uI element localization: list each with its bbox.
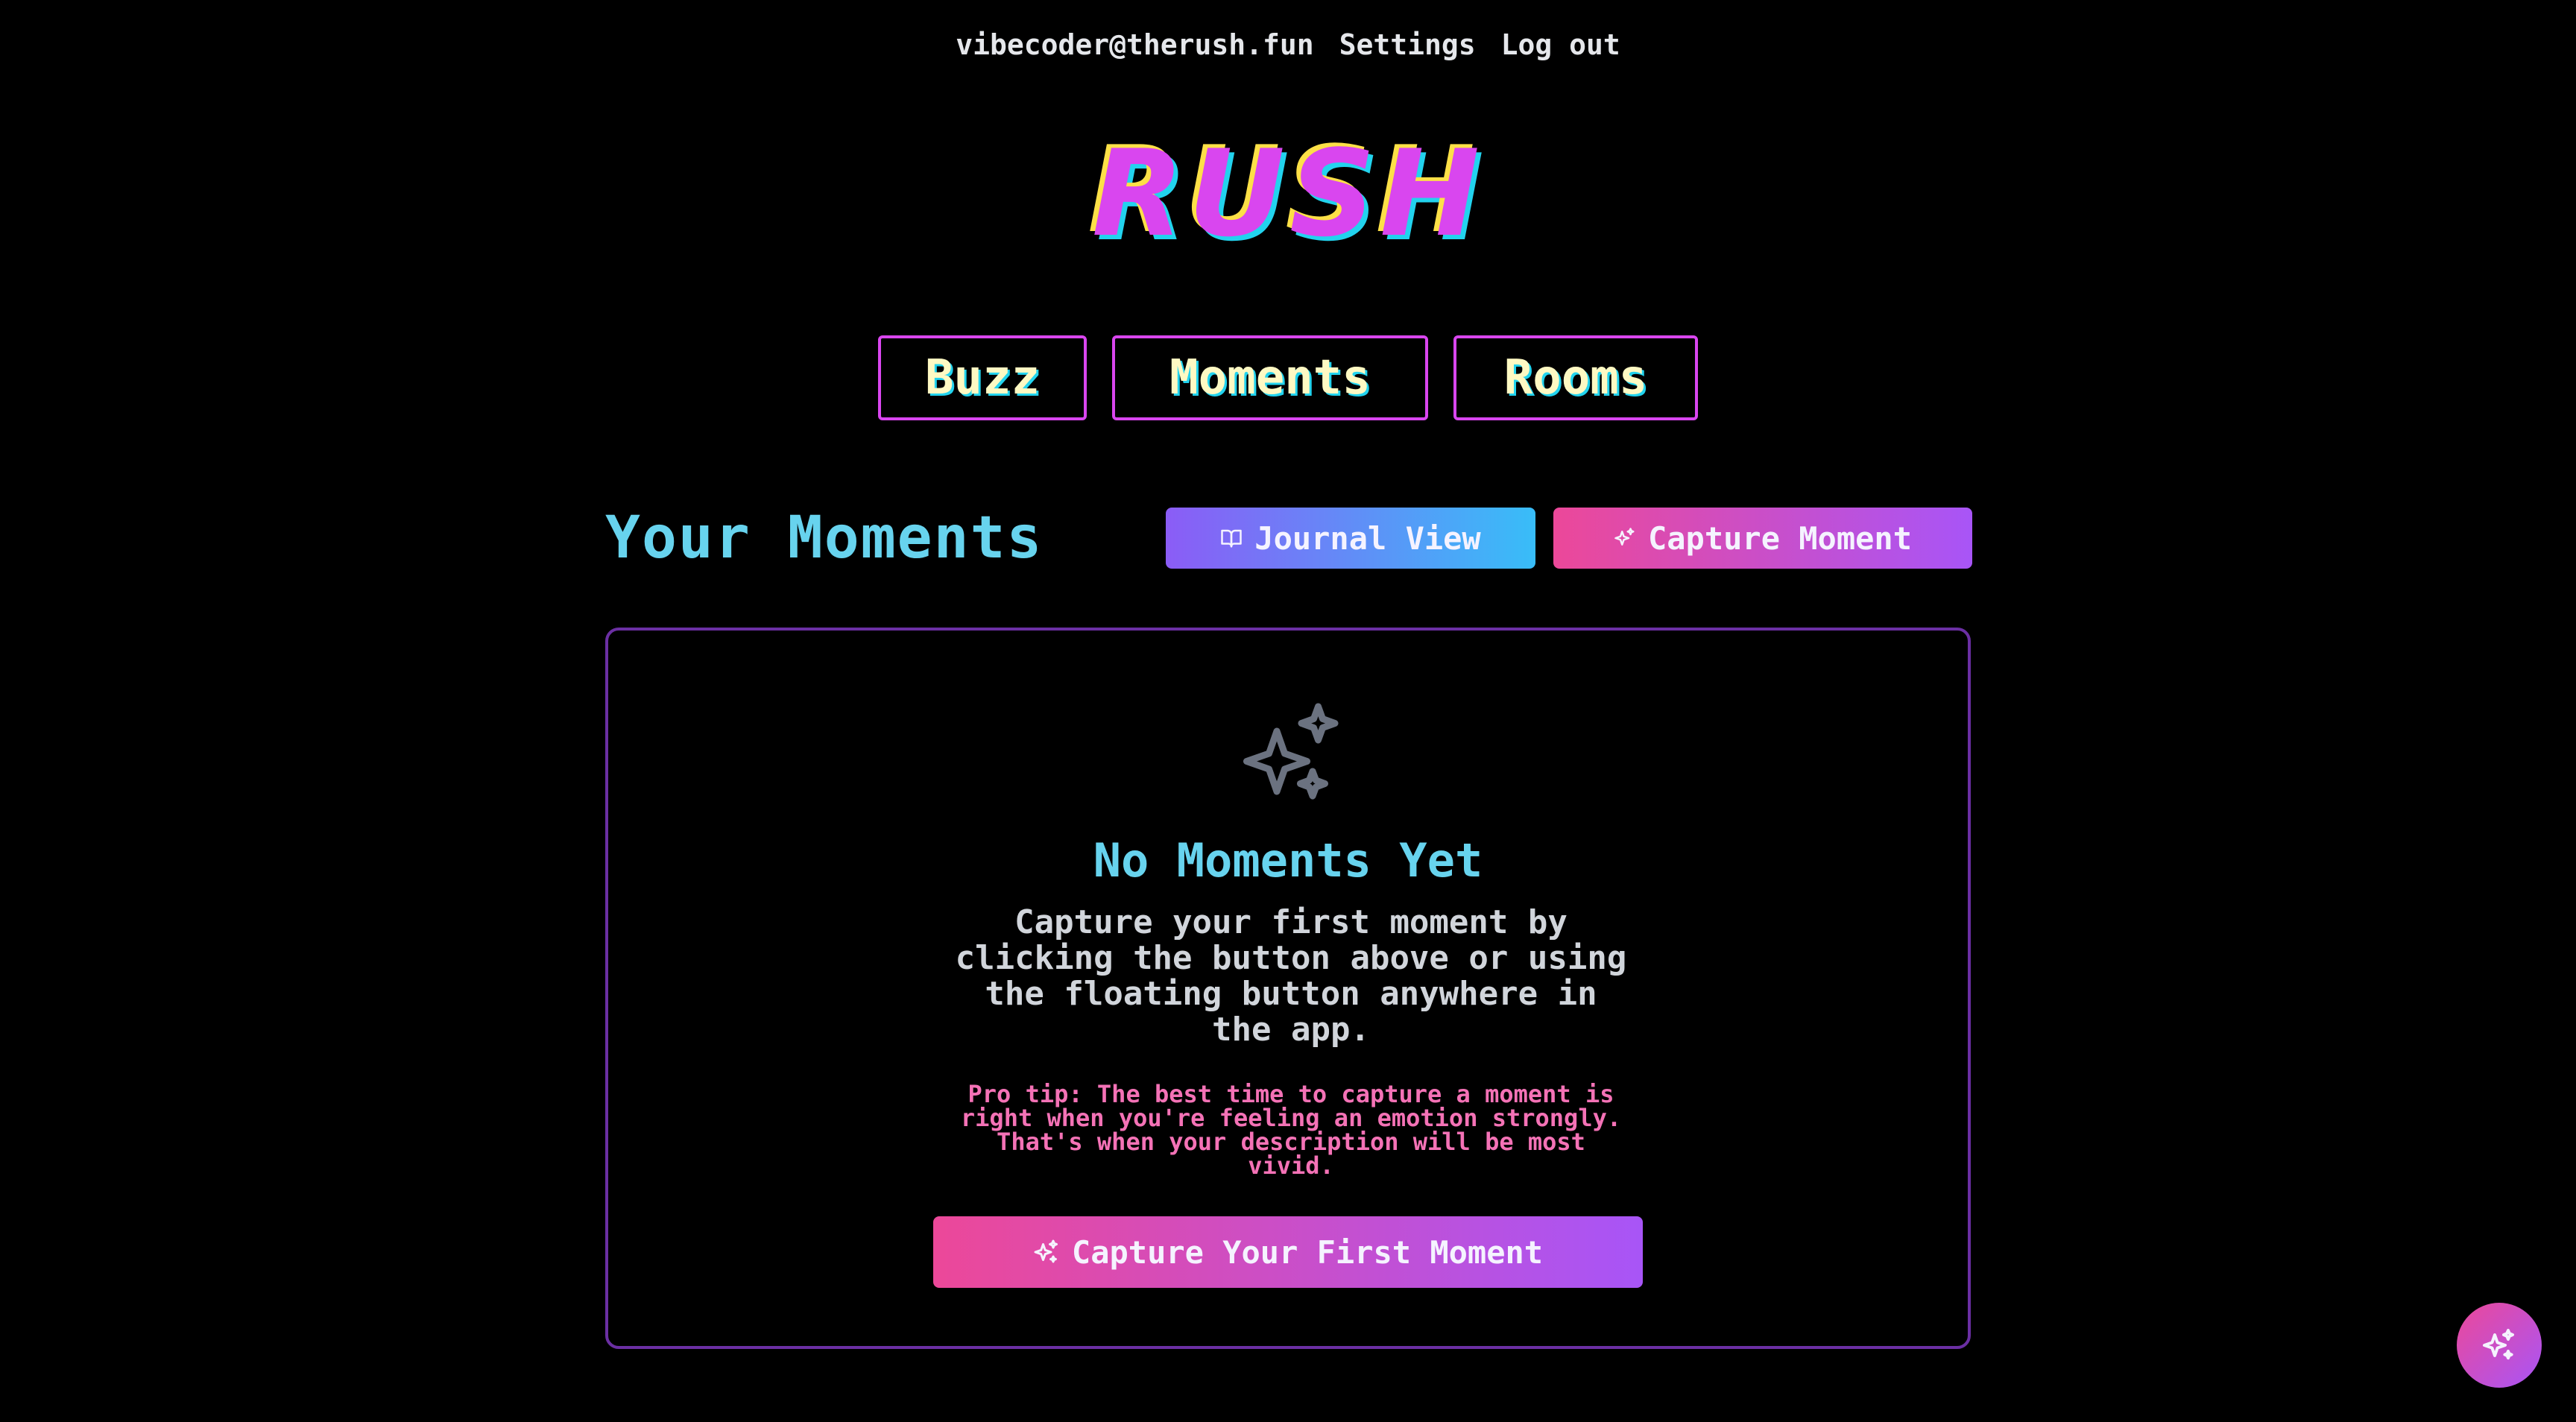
settings-link[interactable]: Settings <box>1339 28 1476 61</box>
sparkles-icon <box>1614 528 1635 546</box>
account-bar: vibecoder@therush.fun Settings Log out <box>0 28 2576 61</box>
empty-state-title: No Moments Yet <box>1093 833 1483 888</box>
journal-view-label: Journal View <box>1254 519 1481 557</box>
sparkles-icon <box>2483 1329 2514 1360</box>
empty-state-card: No Moments Yet Capture your first moment… <box>605 628 1971 1349</box>
capture-first-moment-button[interactable]: Capture Your First Moment <box>933 1216 1643 1288</box>
account-email-link[interactable]: vibecoder@therush.fun <box>956 28 1313 61</box>
capture-moment-button[interactable]: Capture Moment <box>1553 508 1972 569</box>
main-nav: Buzz Moments Rooms <box>0 335 2576 420</box>
nav-buzz-button[interactable]: Buzz <box>878 335 1087 420</box>
capture-moment-label: Capture Moment <box>1647 519 1912 557</box>
pro-tip-text: Pro tip: The best time to capture a mome… <box>960 1080 1622 1180</box>
nav-moments-button[interactable]: Moments <box>1112 335 1428 420</box>
rush-logo[interactable]: RUSH <box>0 134 2576 253</box>
journal-view-button[interactable]: Journal View <box>1166 508 1535 569</box>
empty-state-description: Capture your first moment by clicking th… <box>955 903 1627 1049</box>
sparkles-icon <box>1243 703 1339 800</box>
nav-rooms-button[interactable]: Rooms <box>1453 335 1698 420</box>
page-title: Your Moments <box>605 505 1044 572</box>
moments-header: Your Moments Journal View Capture Moment <box>605 505 1972 572</box>
sparkles-icon <box>1034 1239 1058 1263</box>
floating-capture-button[interactable] <box>2457 1303 2542 1388</box>
capture-first-moment-label: Capture Your First Moment <box>1071 1233 1544 1271</box>
app-root: vibecoder@therush.fun Settings Log out R… <box>0 0 2576 1422</box>
logout-link[interactable]: Log out <box>1501 28 1620 61</box>
book-open-icon <box>1221 529 1243 548</box>
